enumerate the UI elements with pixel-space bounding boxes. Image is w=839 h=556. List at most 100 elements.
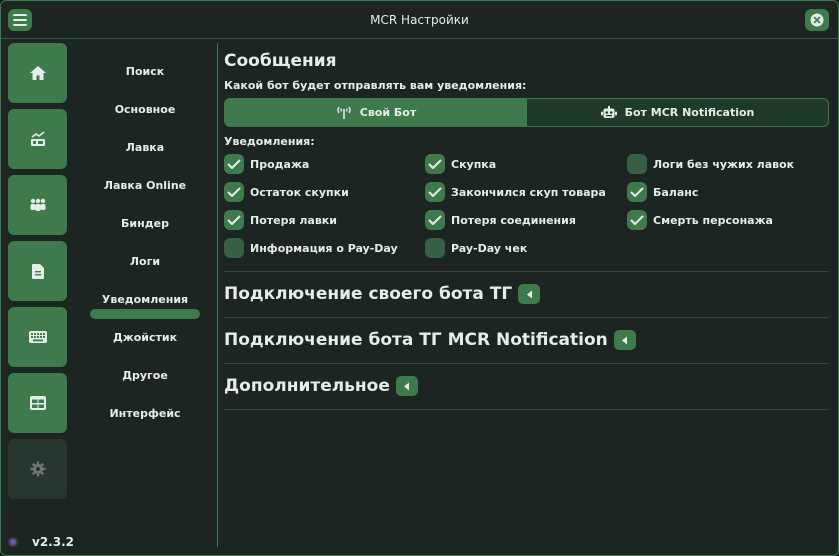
checkbox-box[interactable] (224, 154, 244, 174)
checkbox-label: Баланс (653, 185, 699, 199)
divider (224, 317, 829, 318)
checkbox-label: Остаток скупки (250, 185, 349, 199)
checkbox-box[interactable] (425, 182, 445, 202)
caret-left-icon (404, 382, 410, 390)
expand-button[interactable] (395, 376, 418, 396)
check-icon (227, 215, 241, 225)
version-label: v2.3.2 (32, 535, 74, 549)
category-shop[interactable]: Лавка (87, 141, 203, 155)
section-extra[interactable]: Дополнительное (224, 376, 418, 396)
checkbox-connection-lost[interactable]: Потеря соединения (425, 210, 576, 230)
nav-stats-button[interactable] (8, 109, 67, 169)
expand-button[interactable] (613, 330, 636, 350)
checkbox-payday-info[interactable]: Информация о Pay-Day (224, 238, 398, 258)
mcr-bot-button[interactable]: Бот MCR Notification (527, 99, 828, 126)
check-icon (630, 215, 644, 225)
keyboard-icon (28, 331, 47, 343)
bot-prompt: Какой бот будет отправлять вам уведомлен… (224, 79, 527, 92)
checkbox-sale[interactable]: Продажа (224, 154, 309, 174)
section-own-bot[interactable]: Подключение своего бота ТГ (224, 284, 541, 304)
active-category-indicator (90, 309, 200, 319)
checkbox-character-death[interactable]: Смерть персонажа (627, 210, 773, 230)
category-binder[interactable]: Биндер (87, 217, 203, 231)
category-other[interactable]: Другое (87, 369, 203, 383)
checkbox-logs-no-foreign[interactable]: Логи без чужих лавок (627, 154, 794, 174)
check-icon (428, 215, 442, 225)
category-joystick[interactable]: Джойстик (87, 331, 203, 345)
window-title: MCR Настройки (370, 13, 469, 27)
close-button[interactable] (805, 9, 829, 31)
home-icon (29, 66, 46, 80)
status-dot (8, 537, 18, 547)
bot-selector: Свой Бот Бот MCR Notification (224, 98, 829, 127)
category-search[interactable]: Поиск (87, 65, 203, 79)
divider (224, 271, 829, 272)
table-icon (29, 396, 46, 410)
category-notifications[interactable]: Уведомления (87, 293, 203, 307)
checkbox-box[interactable] (425, 238, 445, 258)
section-extra-title: Дополнительное (224, 376, 390, 396)
nav-settings-button[interactable] (8, 439, 67, 499)
title-bar: MCR Настройки (1, 1, 838, 39)
checkbox-label: Продажа (250, 157, 310, 171)
close-icon (810, 13, 824, 27)
section-own-bot-title: Подключение своего бота ТГ (224, 284, 513, 304)
divider (224, 409, 829, 410)
checkbox-buy[interactable]: Скупка (425, 154, 496, 174)
category-logs[interactable]: Логи (87, 255, 203, 269)
divider (224, 363, 829, 364)
check-icon (227, 159, 241, 169)
section-mcr-bot-title: Подключение бота ТГ MCR Notification (224, 330, 608, 350)
gear-icon (30, 461, 45, 477)
nav-docs-button[interactable] (8, 241, 67, 301)
checkbox-label: Закончился скуп товара (451, 185, 606, 199)
own-bot-label: Свой Бот (359, 106, 417, 119)
checkbox-box[interactable] (627, 182, 647, 202)
checkbox-box[interactable] (627, 210, 647, 230)
nav-table-button[interactable] (8, 373, 67, 433)
checkbox-box[interactable] (224, 238, 244, 258)
check-icon (227, 187, 241, 197)
chart-icon (30, 131, 45, 146)
check-icon (428, 187, 442, 197)
category-interface[interactable]: Интерфейс (87, 407, 203, 421)
checkbox-label: Скупка (451, 157, 497, 171)
section-mcr-bot[interactable]: Подключение бота ТГ MCR Notification (224, 330, 636, 350)
robot-icon (600, 106, 617, 118)
users-icon (30, 198, 45, 211)
checkbox-balance[interactable]: Баланс (627, 182, 698, 202)
checkbox-label: Потеря лавки (250, 213, 337, 227)
check-icon (630, 187, 644, 197)
checkbox-shop-lost[interactable]: Потеря лавки (224, 210, 337, 230)
expand-button[interactable] (518, 284, 541, 304)
checkbox-box[interactable] (425, 210, 445, 230)
checkbox-label: Логи без чужих лавок (653, 157, 795, 171)
own-bot-button[interactable]: Свой Бот (225, 99, 527, 126)
caret-left-icon (622, 336, 628, 344)
checkbox-label: Смерть персонажа (653, 213, 773, 227)
checkbox-box[interactable] (627, 154, 647, 174)
checkbox-payday-receipt[interactable]: Pay-Day чек (425, 238, 527, 258)
document-icon (31, 263, 44, 279)
nav-home-button[interactable] (8, 43, 67, 103)
mcr-bot-label: Бот MCR Notification (624, 106, 755, 119)
checkbox-box[interactable] (425, 154, 445, 174)
caret-left-icon (526, 290, 532, 298)
vertical-divider (217, 43, 218, 547)
settings-window: MCR Настройки v2.3.2 Поиск Основное Лавк… (0, 0, 839, 556)
checkbox-buy-finished[interactable]: Закончился скуп товара (425, 182, 606, 202)
check-icon (428, 159, 442, 169)
category-main[interactable]: Основное (87, 103, 203, 117)
nav-binder-button[interactable] (8, 307, 67, 367)
checkbox-label: Информация о Pay-Day (250, 241, 398, 255)
messages-title: Сообщения (224, 51, 337, 71)
checkbox-box[interactable] (224, 182, 244, 202)
antenna-icon (337, 106, 351, 119)
checkbox-label: Потеря соединения (451, 213, 576, 227)
category-shop-online[interactable]: Лавка Online (87, 179, 203, 193)
nav-users-button[interactable] (8, 175, 67, 235)
checkbox-buy-remaining[interactable]: Остаток скупки (224, 182, 349, 202)
checkbox-box[interactable] (224, 210, 244, 230)
checkbox-label: Pay-Day чек (451, 241, 528, 255)
notifications-label: Уведомления: (224, 135, 315, 148)
